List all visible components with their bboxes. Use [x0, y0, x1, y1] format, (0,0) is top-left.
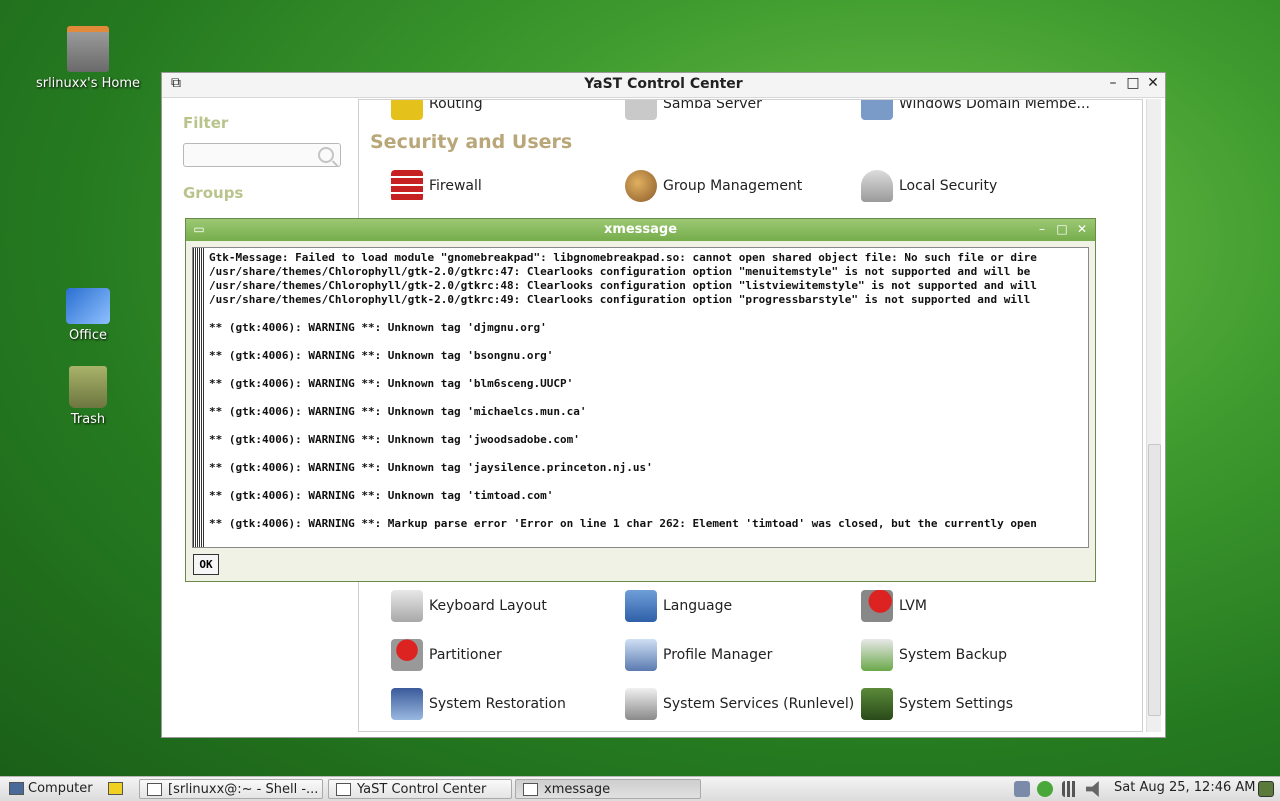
module-keyboard-layout[interactable]: Keyboard Layout	[391, 590, 547, 622]
message-text: Gtk-Message: Failed to load module "gnom…	[209, 251, 1037, 530]
close-icon[interactable]: ✕	[1145, 75, 1161, 91]
keyboard-icon	[391, 590, 423, 622]
groups-label: Groups	[183, 184, 244, 202]
signal-tray-icon[interactable]	[1062, 781, 1078, 797]
task-xmessage[interactable]: xmessage	[515, 779, 701, 799]
updater-tray-icon[interactable]	[1037, 781, 1053, 797]
volume-icon[interactable]	[1086, 781, 1099, 797]
taskbar: Computer [srlinuxx@:~ - Shell -... YaST …	[0, 776, 1280, 801]
module-label: System Services (Runlevel)	[663, 696, 855, 712]
show-desktop-icon[interactable]	[1258, 781, 1274, 797]
yast-icon	[336, 783, 351, 796]
desktop-icon-label: srlinuxx's Home	[35, 76, 141, 91]
module-windows-domain[interactable]: Windows Domain Membe...	[861, 99, 1090, 120]
clock[interactable]: Sat Aug 25, 12:46 AM	[1114, 780, 1255, 795]
system-backup-icon	[861, 639, 893, 671]
minimize-icon[interactable]: –	[1105, 75, 1121, 91]
module-local-security[interactable]: Local Security	[861, 170, 997, 202]
module-routing[interactable]: Routing	[391, 99, 483, 120]
partitioner-icon	[391, 639, 423, 671]
computer-icon	[9, 782, 24, 795]
module-profile-manager[interactable]: Profile Manager	[625, 639, 772, 671]
module-panel-scrollbar[interactable]	[1146, 99, 1161, 732]
system-services-icon	[625, 688, 657, 720]
scrollbar-thumb[interactable]	[1148, 444, 1161, 716]
minimize-icon[interactable]: –	[1034, 222, 1050, 236]
desktop-icon-home[interactable]: srlinuxx's Home	[33, 26, 143, 91]
module-system-backup[interactable]: System Backup	[861, 639, 1007, 671]
routing-icon	[391, 100, 423, 120]
search-icon	[318, 147, 334, 163]
desktop-icon-office[interactable]: Office	[33, 288, 143, 343]
module-system-settings[interactable]: System Settings	[861, 688, 1013, 720]
computer-menu-label: Computer	[28, 781, 93, 796]
desktop-icon-label: Trash	[70, 412, 106, 427]
office-icon	[66, 288, 110, 324]
profile-manager-icon	[625, 639, 657, 671]
xmessage-titlebar[interactable]: ▭ xmessage – □ ✕	[186, 219, 1095, 241]
module-label: Partitioner	[429, 647, 502, 663]
module-label: Keyboard Layout	[429, 598, 547, 614]
module-label: System Backup	[899, 647, 1007, 663]
ok-button[interactable]: OK	[193, 554, 219, 575]
task-label: xmessage	[544, 782, 611, 797]
task-label: [srlinuxx@:~ - Shell -...	[168, 782, 319, 797]
window-icon	[523, 783, 538, 796]
message-text-area[interactable]: Gtk-Message: Failed to load module "gnom…	[192, 247, 1089, 548]
terminal-icon	[147, 783, 162, 796]
module-lvm[interactable]: LVM	[861, 590, 927, 622]
task-label: YaST Control Center	[357, 782, 487, 797]
module-firewall[interactable]: Firewall	[391, 170, 482, 202]
module-samba-server[interactable]: Samba Server	[625, 99, 762, 120]
task-yast[interactable]: YaST Control Center	[328, 779, 512, 799]
home-folder-icon	[67, 26, 109, 72]
text-scrollbar[interactable]	[193, 248, 205, 547]
filter-search-field[interactable]	[183, 143, 341, 167]
maximize-icon[interactable]: □	[1125, 75, 1141, 91]
filter-label: Filter	[183, 114, 229, 132]
module-label: Local Security	[899, 178, 998, 194]
lvm-icon	[861, 590, 893, 622]
task-shell[interactable]: [srlinuxx@:~ - Shell -...	[139, 779, 323, 799]
module-group-management[interactable]: Group Management	[625, 170, 802, 202]
desktop-icon-trash[interactable]: Trash	[33, 366, 143, 427]
module-label: System Settings	[899, 696, 1014, 712]
module-label: Language	[663, 598, 733, 614]
module-label: LVM	[899, 598, 927, 614]
xmessage-window: ▭ xmessage – □ ✕ Gtk-Message: Failed to …	[185, 218, 1096, 582]
keys-icon	[861, 170, 893, 202]
module-label: Routing	[429, 99, 483, 112]
trash-icon	[69, 366, 107, 408]
module-label: System Restoration	[429, 696, 566, 712]
window-title: YaST Control Center	[584, 76, 743, 92]
system-restoration-icon	[391, 688, 423, 720]
network-tray-icon[interactable]	[1014, 781, 1030, 797]
section-title-security: Security and Users	[370, 131, 573, 153]
module-label: Firewall	[429, 178, 482, 194]
window-title: xmessage	[603, 222, 678, 237]
module-system-services[interactable]: System Services (Runlevel)	[625, 688, 854, 720]
module-system-restoration[interactable]: System Restoration	[391, 688, 566, 720]
group-management-icon	[625, 170, 657, 202]
module-language[interactable]: Language	[625, 590, 732, 622]
system-settings-icon	[861, 688, 893, 720]
filter-input[interactable]	[188, 145, 312, 167]
module-label: Windows Domain Membe...	[899, 99, 1090, 112]
module-label: Group Management	[663, 178, 803, 194]
module-label: Profile Manager	[663, 647, 773, 663]
notes-icon	[108, 782, 123, 795]
module-partitioner[interactable]: Partitioner	[391, 639, 502, 671]
close-icon[interactable]: ✕	[1074, 222, 1090, 236]
desktop-icon-label: Office	[69, 328, 107, 343]
firewall-icon	[391, 170, 423, 202]
computer-menu-button[interactable]: Computer	[2, 779, 98, 799]
notes-launcher[interactable]	[104, 779, 128, 799]
module-label: Samba Server	[663, 99, 762, 112]
maximize-icon[interactable]: □	[1054, 222, 1070, 236]
yast-titlebar[interactable]: ⧉ YaST Control Center – □ ✕	[162, 73, 1165, 98]
windows-domain-icon	[861, 100, 893, 120]
language-flag-icon	[625, 590, 657, 622]
samba-server-icon	[625, 100, 657, 120]
